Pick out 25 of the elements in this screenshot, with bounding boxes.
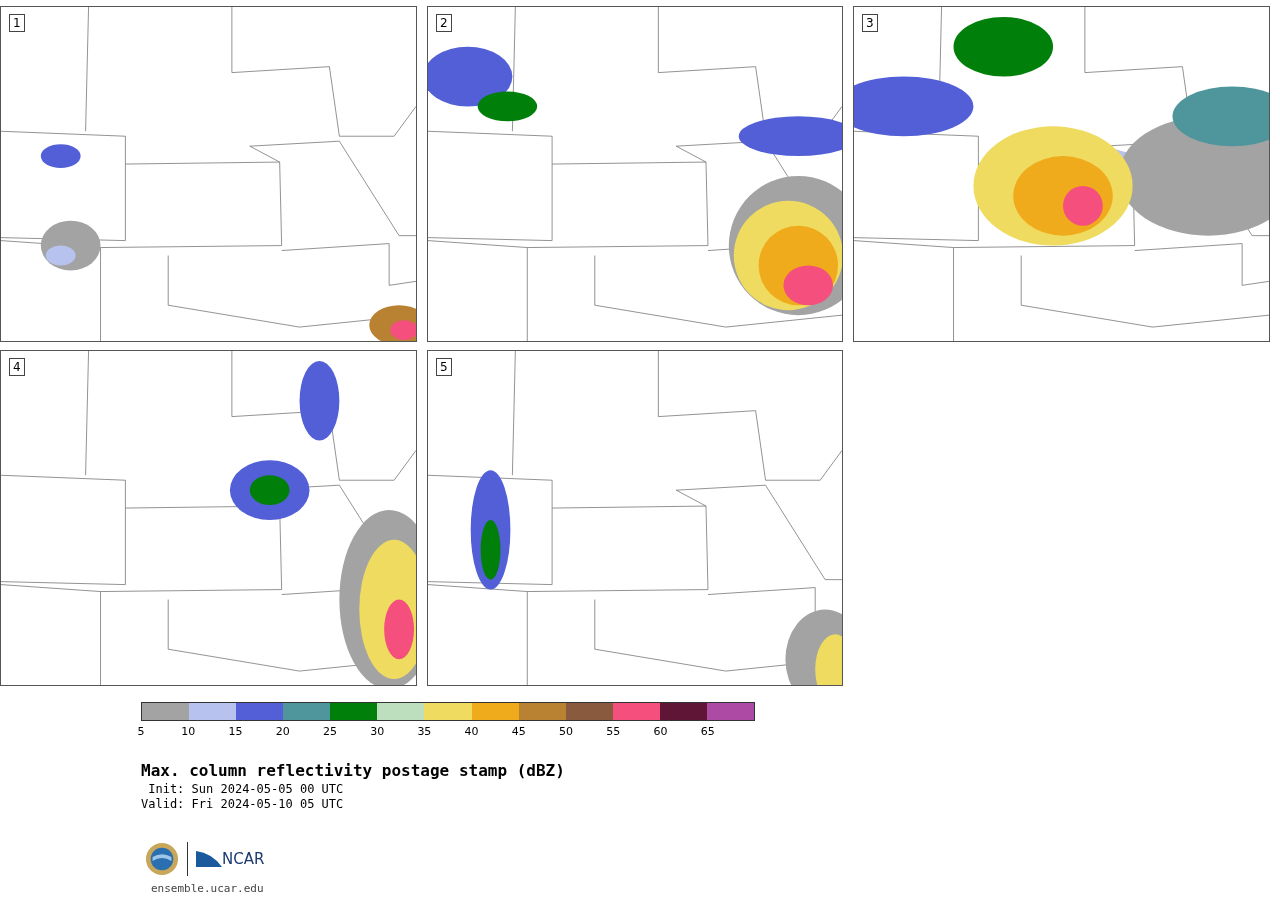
valid-time: Valid: Fri 2024-05-10 05 UTC (141, 797, 345, 812)
panel-number: 3 (862, 14, 878, 32)
tick-label: 10 (181, 725, 196, 738)
tick-label: 45 (511, 725, 526, 738)
tick-label: 15 (228, 725, 243, 738)
tick-label: 5 (137, 725, 145, 738)
panel-number: 2 (436, 14, 452, 32)
site-url: ensemble.ucar.edu (151, 882, 265, 895)
tick-label: 50 (559, 725, 574, 738)
panel-number: 1 (9, 14, 25, 32)
tick-label: 40 (464, 725, 479, 738)
tick-label: 35 (417, 725, 432, 738)
panel-number: 5 (436, 358, 452, 376)
tick-label: 60 (653, 725, 668, 738)
init-time: Init: Sun 2024-05-05 00 UTC (147, 782, 345, 797)
tick-label: 30 (370, 725, 385, 738)
logo-text: NCAR (222, 850, 265, 868)
tick-label: 20 (275, 725, 290, 738)
tick-label: 25 (322, 725, 337, 738)
panel-number: 4 (9, 358, 25, 376)
seal-logo-icon (145, 842, 179, 876)
chart-title: Max. column reflectivity postage stamp (dBZ) (141, 761, 566, 780)
logo-mark-icon (196, 849, 222, 869)
tick-label: 65 (700, 725, 715, 738)
tick-label: 55 (606, 725, 621, 738)
